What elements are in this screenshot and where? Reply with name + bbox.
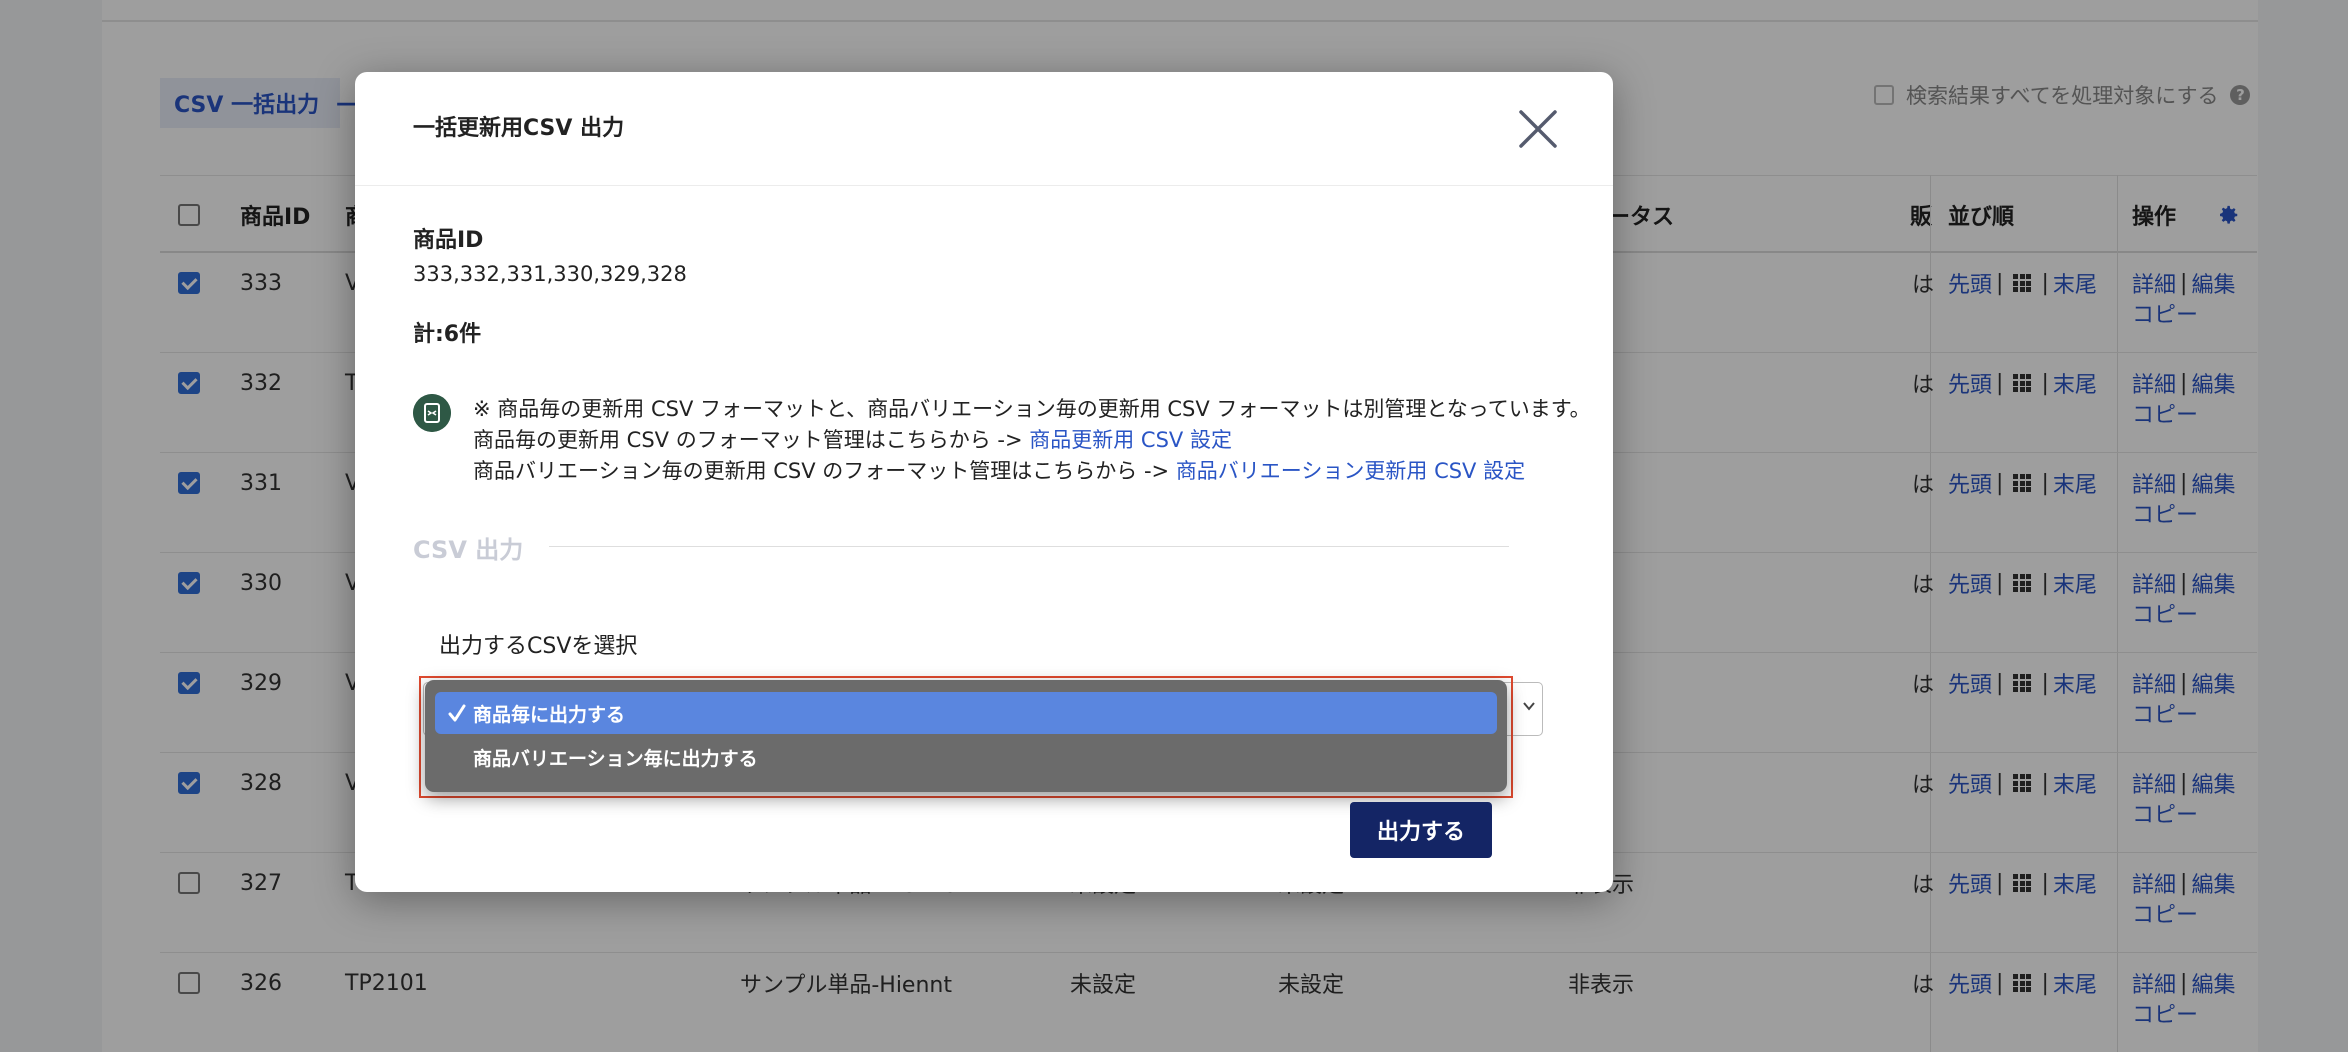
variation-csv-settings-link[interactable]: 商品バリエーション更新用 CSV 設定 (1176, 459, 1525, 483)
notice-line-2-text: 商品毎の更新用 CSV のフォーマット管理はこちらから -> (473, 428, 1030, 452)
section-title: CSV 出力 (413, 536, 524, 564)
csv-export-modal: 一括更新用CSV 出力 商品ID 333,332,331,330,329,328… (355, 72, 1613, 892)
modal-header: 一括更新用CSV 出力 (355, 72, 1613, 186)
check-icon (448, 704, 466, 722)
dropdown-option-variation[interactable]: 商品バリエーション毎に出力する (435, 736, 1497, 778)
notice-line-3: 商品バリエーション毎の更新用 CSV のフォーマット管理はこちらから -> 商品… (473, 456, 1591, 487)
notice-line-1: ※ 商品毎の更新用 CSV フォーマットと、商品バリエーション毎の更新用 CSV… (473, 397, 1591, 421)
notice-line-3-text: 商品バリエーション毎の更新用 CSV のフォーマット管理はこちらから -> (473, 459, 1176, 483)
product-csv-settings-link[interactable]: 商品更新用 CSV 設定 (1029, 428, 1232, 452)
dropdown-option-label: 商品毎に出力する (473, 703, 626, 726)
export-submit-button[interactable]: 出力する (1350, 802, 1492, 858)
total-count: 計:6件 (413, 322, 482, 347)
dropdown-option-label: 商品バリエーション毎に出力する (473, 747, 758, 770)
product-id-label: 商品ID (413, 228, 484, 253)
section-divider (549, 546, 1509, 547)
format-notice: ※ 商品毎の更新用 CSV フォーマットと、商品バリエーション毎の更新用 CSV… (473, 394, 1591, 487)
csv-select-label: 出力するCSVを選択 (439, 634, 638, 659)
dropdown-option-product[interactable]: 商品毎に出力する (435, 692, 1497, 734)
csv-type-dropdown: 商品毎に出力する 商品バリエーション毎に出力する (425, 680, 1507, 792)
close-icon[interactable] (1515, 106, 1561, 152)
csv-file-icon (413, 394, 451, 432)
chevron-down-icon (1523, 702, 1535, 711)
modal-title: 一括更新用CSV 出力 (413, 116, 625, 141)
product-id-list: 333,332,331,330,329,328 (413, 262, 687, 286)
notice-line-2: 商品毎の更新用 CSV のフォーマット管理はこちらから -> 商品更新用 CSV… (473, 425, 1591, 456)
